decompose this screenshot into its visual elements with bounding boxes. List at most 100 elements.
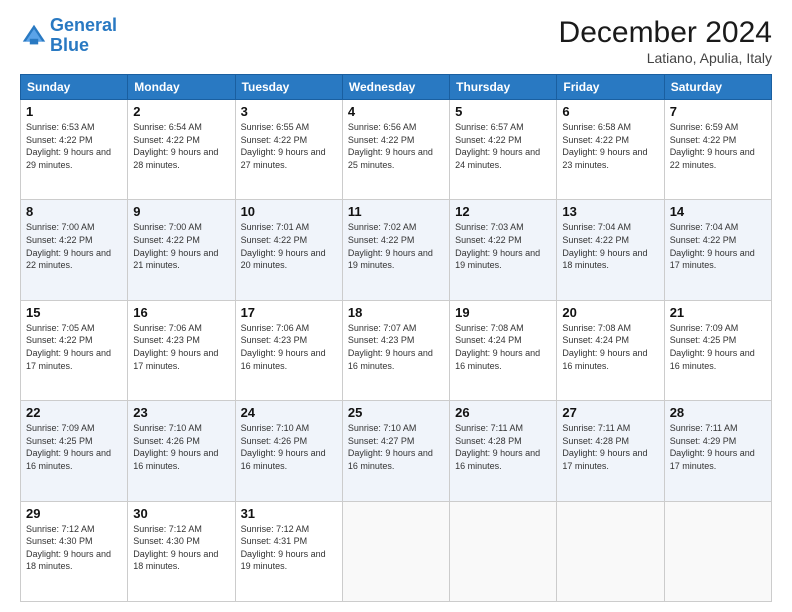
day-number: 12 xyxy=(455,204,551,219)
day-info: Sunrise: 7:10 AM Sunset: 4:26 PM Dayligh… xyxy=(241,422,337,472)
header: General Blue December 2024 Latiano, Apul… xyxy=(20,16,772,66)
calendar-cell: 18 Sunrise: 7:07 AM Sunset: 4:23 PM Dayl… xyxy=(342,300,449,400)
calendar-cell: 19 Sunrise: 7:08 AM Sunset: 4:24 PM Dayl… xyxy=(450,300,557,400)
day-number: 21 xyxy=(670,305,766,320)
day-info: Sunrise: 6:57 AM Sunset: 4:22 PM Dayligh… xyxy=(455,121,551,171)
day-info: Sunrise: 7:01 AM Sunset: 4:22 PM Dayligh… xyxy=(241,221,337,271)
calendar-cell xyxy=(557,501,664,601)
col-monday: Monday xyxy=(128,75,235,100)
calendar-header-row: Sunday Monday Tuesday Wednesday Thursday… xyxy=(21,75,772,100)
calendar-cell: 26 Sunrise: 7:11 AM Sunset: 4:28 PM Dayl… xyxy=(450,401,557,501)
day-info: Sunrise: 7:04 AM Sunset: 4:22 PM Dayligh… xyxy=(562,221,658,271)
day-number: 27 xyxy=(562,405,658,420)
calendar-body: 1 Sunrise: 6:53 AM Sunset: 4:22 PM Dayli… xyxy=(21,100,772,602)
calendar-cell: 22 Sunrise: 7:09 AM Sunset: 4:25 PM Dayl… xyxy=(21,401,128,501)
day-number: 26 xyxy=(455,405,551,420)
day-info: Sunrise: 7:12 AM Sunset: 4:30 PM Dayligh… xyxy=(133,523,229,573)
day-number: 17 xyxy=(241,305,337,320)
day-number: 8 xyxy=(26,204,122,219)
day-number: 16 xyxy=(133,305,229,320)
calendar-cell: 28 Sunrise: 7:11 AM Sunset: 4:29 PM Dayl… xyxy=(664,401,771,501)
day-info: Sunrise: 7:08 AM Sunset: 4:24 PM Dayligh… xyxy=(455,322,551,372)
calendar-cell: 24 Sunrise: 7:10 AM Sunset: 4:26 PM Dayl… xyxy=(235,401,342,501)
col-sunday: Sunday xyxy=(21,75,128,100)
col-wednesday: Wednesday xyxy=(342,75,449,100)
calendar-week-1: 1 Sunrise: 6:53 AM Sunset: 4:22 PM Dayli… xyxy=(21,100,772,200)
calendar-cell xyxy=(450,501,557,601)
day-number: 15 xyxy=(26,305,122,320)
day-info: Sunrise: 7:12 AM Sunset: 4:31 PM Dayligh… xyxy=(241,523,337,573)
calendar-week-2: 8 Sunrise: 7:00 AM Sunset: 4:22 PM Dayli… xyxy=(21,200,772,300)
day-number: 11 xyxy=(348,204,444,219)
calendar-week-5: 29 Sunrise: 7:12 AM Sunset: 4:30 PM Dayl… xyxy=(21,501,772,601)
day-info: Sunrise: 7:11 AM Sunset: 4:28 PM Dayligh… xyxy=(455,422,551,472)
day-info: Sunrise: 6:58 AM Sunset: 4:22 PM Dayligh… xyxy=(562,121,658,171)
calendar-cell: 17 Sunrise: 7:06 AM Sunset: 4:23 PM Dayl… xyxy=(235,300,342,400)
logo-line1: General xyxy=(50,15,117,35)
day-info: Sunrise: 6:59 AM Sunset: 4:22 PM Dayligh… xyxy=(670,121,766,171)
day-info: Sunrise: 6:55 AM Sunset: 4:22 PM Dayligh… xyxy=(241,121,337,171)
col-friday: Friday xyxy=(557,75,664,100)
day-info: Sunrise: 7:00 AM Sunset: 4:22 PM Dayligh… xyxy=(133,221,229,271)
day-number: 19 xyxy=(455,305,551,320)
day-number: 1 xyxy=(26,104,122,119)
calendar-cell: 20 Sunrise: 7:08 AM Sunset: 4:24 PM Dayl… xyxy=(557,300,664,400)
day-number: 14 xyxy=(670,204,766,219)
day-number: 22 xyxy=(26,405,122,420)
calendar-cell xyxy=(342,501,449,601)
page: General Blue December 2024 Latiano, Apul… xyxy=(0,0,792,612)
col-tuesday: Tuesday xyxy=(235,75,342,100)
day-number: 9 xyxy=(133,204,229,219)
day-number: 13 xyxy=(562,204,658,219)
col-thursday: Thursday xyxy=(450,75,557,100)
calendar-cell: 11 Sunrise: 7:02 AM Sunset: 4:22 PM Dayl… xyxy=(342,200,449,300)
day-number: 28 xyxy=(670,405,766,420)
day-number: 25 xyxy=(348,405,444,420)
day-info: Sunrise: 7:05 AM Sunset: 4:22 PM Dayligh… xyxy=(26,322,122,372)
day-number: 31 xyxy=(241,506,337,521)
calendar-week-4: 22 Sunrise: 7:09 AM Sunset: 4:25 PM Dayl… xyxy=(21,401,772,501)
day-info: Sunrise: 7:09 AM Sunset: 4:25 PM Dayligh… xyxy=(26,422,122,472)
calendar-cell: 3 Sunrise: 6:55 AM Sunset: 4:22 PM Dayli… xyxy=(235,100,342,200)
day-info: Sunrise: 7:07 AM Sunset: 4:23 PM Dayligh… xyxy=(348,322,444,372)
logo-text: General Blue xyxy=(50,16,117,56)
day-number: 2 xyxy=(133,104,229,119)
day-number: 18 xyxy=(348,305,444,320)
calendar-cell: 27 Sunrise: 7:11 AM Sunset: 4:28 PM Dayl… xyxy=(557,401,664,501)
day-info: Sunrise: 7:09 AM Sunset: 4:25 PM Dayligh… xyxy=(670,322,766,372)
day-number: 24 xyxy=(241,405,337,420)
logo-line2: Blue xyxy=(50,35,89,55)
day-number: 7 xyxy=(670,104,766,119)
calendar-cell: 21 Sunrise: 7:09 AM Sunset: 4:25 PM Dayl… xyxy=(664,300,771,400)
day-info: Sunrise: 7:00 AM Sunset: 4:22 PM Dayligh… xyxy=(26,221,122,271)
calendar-cell: 4 Sunrise: 6:56 AM Sunset: 4:22 PM Dayli… xyxy=(342,100,449,200)
day-info: Sunrise: 7:02 AM Sunset: 4:22 PM Dayligh… xyxy=(348,221,444,271)
day-number: 5 xyxy=(455,104,551,119)
calendar-cell: 12 Sunrise: 7:03 AM Sunset: 4:22 PM Dayl… xyxy=(450,200,557,300)
calendar-cell: 13 Sunrise: 7:04 AM Sunset: 4:22 PM Dayl… xyxy=(557,200,664,300)
calendar-cell: 5 Sunrise: 6:57 AM Sunset: 4:22 PM Dayli… xyxy=(450,100,557,200)
day-number: 3 xyxy=(241,104,337,119)
title-area: December 2024 Latiano, Apulia, Italy xyxy=(559,16,772,66)
col-saturday: Saturday xyxy=(664,75,771,100)
calendar-cell: 23 Sunrise: 7:10 AM Sunset: 4:26 PM Dayl… xyxy=(128,401,235,501)
day-number: 10 xyxy=(241,204,337,219)
logo-area: General Blue xyxy=(20,16,117,56)
logo-icon xyxy=(20,22,48,50)
day-info: Sunrise: 7:10 AM Sunset: 4:26 PM Dayligh… xyxy=(133,422,229,472)
day-info: Sunrise: 6:56 AM Sunset: 4:22 PM Dayligh… xyxy=(348,121,444,171)
day-info: Sunrise: 7:03 AM Sunset: 4:22 PM Dayligh… xyxy=(455,221,551,271)
day-number: 23 xyxy=(133,405,229,420)
day-number: 29 xyxy=(26,506,122,521)
day-info: Sunrise: 7:06 AM Sunset: 4:23 PM Dayligh… xyxy=(133,322,229,372)
day-info: Sunrise: 7:08 AM Sunset: 4:24 PM Dayligh… xyxy=(562,322,658,372)
calendar-cell: 15 Sunrise: 7:05 AM Sunset: 4:22 PM Dayl… xyxy=(21,300,128,400)
calendar-table: Sunday Monday Tuesday Wednesday Thursday… xyxy=(20,74,772,602)
day-info: Sunrise: 7:04 AM Sunset: 4:22 PM Dayligh… xyxy=(670,221,766,271)
calendar-cell: 2 Sunrise: 6:54 AM Sunset: 4:22 PM Dayli… xyxy=(128,100,235,200)
calendar-cell: 16 Sunrise: 7:06 AM Sunset: 4:23 PM Dayl… xyxy=(128,300,235,400)
day-info: Sunrise: 7:11 AM Sunset: 4:29 PM Dayligh… xyxy=(670,422,766,472)
day-number: 6 xyxy=(562,104,658,119)
calendar-cell: 29 Sunrise: 7:12 AM Sunset: 4:30 PM Dayl… xyxy=(21,501,128,601)
location: Latiano, Apulia, Italy xyxy=(559,50,772,66)
